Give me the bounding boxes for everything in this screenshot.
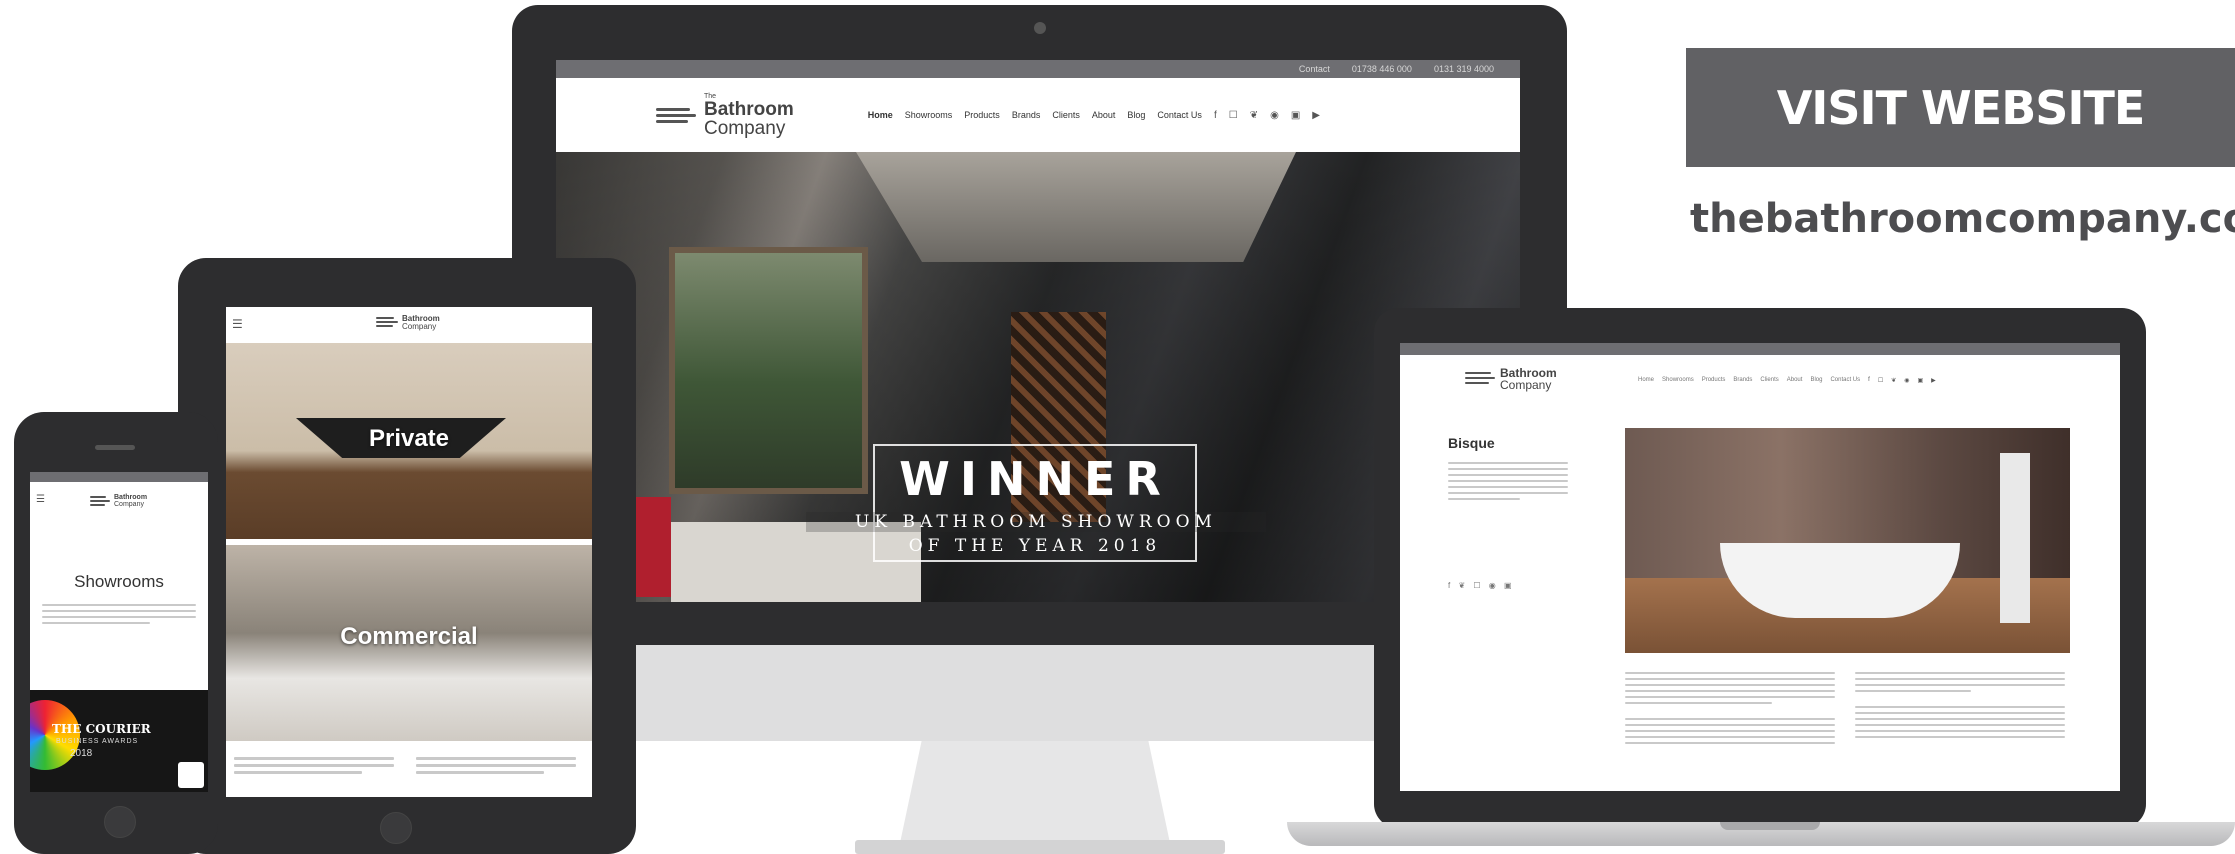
desktop-topbar: Contact 01738 446 000 0131 319 4000 <box>556 60 1520 78</box>
nav-contact-us[interactable]: Contact Us <box>1830 377 1860 384</box>
logo-waves-icon <box>1465 369 1495 387</box>
winner-title: WINNER <box>899 452 1171 506</box>
tile-private[interactable]: Private <box>226 343 592 539</box>
laptop-text-column-1 <box>1625 668 1835 748</box>
nav-clients[interactable]: Clients <box>1760 377 1778 384</box>
laptop-main-nav: Home Showrooms Products Brands Clients A… <box>1638 377 1936 384</box>
hamburger-menu-icon[interactable]: ☰ <box>36 494 45 505</box>
logo-line-1: Bathroom <box>114 494 148 501</box>
logo-waves-icon <box>656 105 696 126</box>
award-banner[interactable]: THE COURIER BUSINESS AWARDS 2018 <box>30 690 208 792</box>
tile-commercial-label: Commercial <box>340 623 478 650</box>
tile-private-label: Private <box>368 425 450 452</box>
tablet-home-button[interactable] <box>380 812 412 844</box>
nav-blog[interactable]: Blog <box>1810 377 1822 384</box>
logo-line-1: Bathroom <box>704 98 794 120</box>
hero-ceiling-image <box>856 152 1296 262</box>
nav-home[interactable]: Home <box>1638 377 1654 384</box>
tile-commercial[interactable]: Commercial <box>226 545 592 741</box>
laptop-logo[interactable]: Bathroom Company <box>1500 367 1557 391</box>
logo-line-2: Company <box>704 117 786 139</box>
laptop-text-column-2 <box>1855 668 2065 742</box>
topbar-contact-link[interactable]: Contact <box>1299 64 1330 74</box>
phone-topbar <box>30 472 208 482</box>
nav-about[interactable]: About <box>1092 110 1116 120</box>
nav-brands[interactable]: Brands <box>1733 377 1752 384</box>
laptop-bath-image <box>1720 543 1960 618</box>
laptop-social-icons[interactable]: f ❦ ☐ ◉ ▣ <box>1448 581 1515 590</box>
laptop-feature-image <box>1625 428 2070 653</box>
linkedin-icon[interactable]: ▣ <box>1917 377 1923 384</box>
linkedin-icon[interactable]: ▣ <box>1291 110 1300 121</box>
pinterest-icon[interactable]: ◉ <box>1904 377 1909 384</box>
nav-products[interactable]: Products <box>1702 377 1726 384</box>
laptop-topbar <box>1400 343 2120 355</box>
phone-speaker <box>95 445 135 450</box>
facebook-icon[interactable]: f <box>1214 110 1217 121</box>
nav-products[interactable]: Products <box>964 110 1000 120</box>
instagram-icon[interactable]: ☐ <box>1878 377 1883 384</box>
nav-about[interactable]: About <box>1787 377 1803 384</box>
logo-line-2: Company <box>402 322 437 331</box>
hamburger-menu-icon[interactable]: ☰ <box>232 317 243 331</box>
camera-icon <box>1034 22 1046 34</box>
desktop-main-nav: Home Showrooms Products Brands Clients A… <box>868 110 1320 121</box>
logo-line-2: Company <box>114 501 144 508</box>
desktop-logo[interactable]: The Bathroom Company <box>704 93 794 138</box>
nav-clients[interactable]: Clients <box>1052 110 1080 120</box>
tablet-header: ☰ Bathroom Company <box>226 307 592 343</box>
logo-waves-icon <box>376 315 398 329</box>
website-url-link[interactable]: thebathroomcompany.co <box>1690 196 2235 242</box>
desktop-navbar: The Bathroom Company Home Showrooms Prod… <box>556 78 1520 152</box>
facebook-icon[interactable]: f <box>1868 377 1870 384</box>
desktop-monitor-stand <box>900 741 1170 843</box>
tablet-text-column-1 <box>234 753 394 778</box>
logo-line-2: Company <box>1500 378 1552 392</box>
phone-screen: ☰ Bathroom Company Showrooms THE COURIER… <box>30 472 208 792</box>
hero-window-image <box>669 247 868 494</box>
tablet-logo[interactable]: Bathroom Company <box>402 315 440 331</box>
nav-home[interactable]: Home <box>868 110 893 120</box>
phone-logo[interactable]: Bathroom Company <box>114 494 147 508</box>
tablet-screen: ☰ Bathroom Company Private Commercial <box>226 307 592 797</box>
nav-brands[interactable]: Brands <box>1012 110 1041 120</box>
youtube-icon[interactable]: ▶ <box>1312 110 1320 121</box>
youtube-icon[interactable]: ▶ <box>1931 377 1936 384</box>
nav-showrooms[interactable]: Showrooms <box>905 110 953 120</box>
phone-paragraph <box>42 600 196 628</box>
nav-showrooms[interactable]: Showrooms <box>1662 377 1694 384</box>
laptop-notch <box>1720 822 1820 830</box>
nav-contact-us[interactable]: Contact Us <box>1157 110 1202 120</box>
desktop-monitor-foot <box>855 840 1225 854</box>
visit-website-button[interactable]: VISIT WEBSITE <box>1686 48 2235 167</box>
logo-waves-icon <box>90 494 110 508</box>
recaptcha-badge[interactable] <box>178 762 204 788</box>
topbar-phone-1[interactable]: 01738 446 000 <box>1352 64 1412 74</box>
laptop-radiator <box>2000 453 2030 623</box>
tablet-text-column-2 <box>416 753 576 778</box>
award-year: 2018 <box>70 748 93 759</box>
phone-home-button[interactable] <box>104 806 136 838</box>
instagram-icon[interactable]: ☐ <box>1229 110 1238 121</box>
laptop-heading: Bisque <box>1448 435 1495 451</box>
laptop-screen: Bathroom Company Home Showrooms Products… <box>1400 343 2120 791</box>
twitter-icon[interactable]: ❦ <box>1250 110 1258 121</box>
award-title: THE COURIER <box>52 722 151 736</box>
topbar-phone-2[interactable]: 0131 319 4000 <box>1434 64 1494 74</box>
twitter-icon[interactable]: ❦ <box>1891 377 1896 384</box>
winner-subtitle-1: UK BATHROOM SHOWROOM <box>806 512 1266 532</box>
hero-red-towel <box>636 497 671 597</box>
phone-heading: Showrooms <box>74 572 164 591</box>
nav-blog[interactable]: Blog <box>1127 110 1145 120</box>
winner-subtitle-2: OF THE YEAR 2018 <box>908 536 1162 556</box>
pinterest-icon[interactable]: ◉ <box>1270 110 1279 121</box>
laptop-sidebar-text <box>1448 458 1568 504</box>
award-subtitle: BUSINESS AWARDS <box>56 738 139 745</box>
